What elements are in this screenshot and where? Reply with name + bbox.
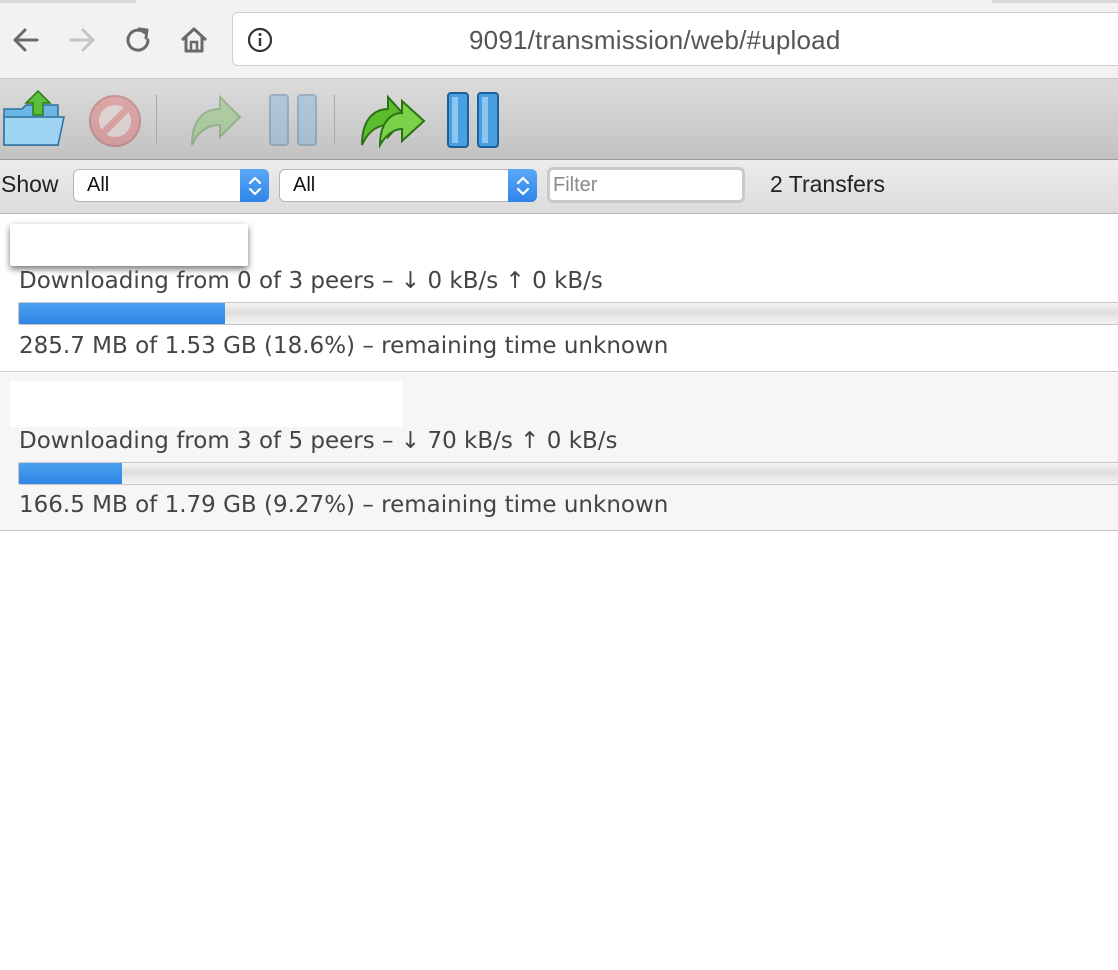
state-filter-select[interactable]: All	[73, 169, 269, 202]
torrent-progress-fill	[19, 463, 122, 484]
green-arrow-icon	[191, 94, 242, 146]
reload-button[interactable]	[120, 22, 156, 58]
pause-icon	[269, 94, 317, 146]
toolbar-separator	[156, 95, 157, 145]
remove-torrent-button[interactable]	[84, 87, 146, 151]
forward-button[interactable]	[64, 22, 100, 58]
torrent-name-redacted	[10, 224, 248, 266]
home-icon	[180, 27, 208, 53]
torrent-peers-status: Downloading from 3 of 5 peers – ↓ 70 kB/…	[19, 428, 618, 454]
state-filter-value: All	[87, 174, 110, 196]
torrent-size-status: 285.7 MB of 1.53 GB (18.6%) – remaining …	[19, 333, 669, 359]
browser-toolbar: 9091/transmission/web/#upload	[0, 0, 1118, 79]
pause-all-icon	[447, 92, 499, 148]
select-stepper-icon	[240, 169, 269, 202]
reload-icon	[126, 27, 150, 52]
filter-bar: Show All All 2 Transfers	[0, 160, 1118, 214]
torrent-row[interactable]: Downloading from 3 of 5 peers – ↓ 70 kB/…	[0, 373, 1118, 531]
back-arrow-icon	[13, 28, 39, 52]
torrent-progress-bar	[18, 302, 1118, 325]
back-button[interactable]	[8, 22, 44, 58]
torrent-size-status: 166.5 MB of 1.79 GB (9.27%) – remaining …	[19, 492, 669, 518]
filter-input[interactable]	[547, 167, 745, 203]
tab-strip	[992, 0, 1118, 3]
torrent-progress-bar	[18, 462, 1118, 485]
open-torrent-button[interactable]	[2, 87, 68, 151]
info-icon[interactable]	[247, 27, 273, 53]
home-button[interactable]	[176, 22, 212, 58]
tracker-filter-value: All	[293, 174, 316, 196]
resume-all-button[interactable]	[358, 87, 428, 151]
pause-all-button[interactable]	[444, 87, 506, 151]
torrent-name-redacted	[10, 381, 402, 427]
tracker-filter-select[interactable]: All	[279, 169, 537, 202]
no-entry-icon	[89, 95, 141, 147]
torrent-row[interactable]: Downloading from 0 of 3 peers – ↓ 0 kB/s…	[0, 214, 1118, 372]
forward-arrow-icon	[69, 28, 95, 52]
double-green-arrow-icon	[361, 94, 426, 149]
show-label: Show	[1, 171, 59, 197]
torrent-peers-status: Downloading from 0 of 3 peers – ↓ 0 kB/s…	[19, 268, 603, 294]
tab-strip	[0, 0, 136, 3]
url-text[interactable]: 9091/transmission/web/#upload	[469, 25, 840, 56]
folder-upload-icon	[3, 89, 65, 146]
torrent-progress-fill	[19, 303, 226, 324]
resume-torrent-button[interactable]	[186, 87, 244, 151]
toolbar-separator	[334, 95, 335, 145]
transmission-toolbar	[0, 79, 1118, 160]
url-bar[interactable]: 9091/transmission/web/#upload	[232, 12, 1118, 66]
select-stepper-icon	[508, 169, 537, 202]
transfer-count: 2 Transfers	[770, 171, 886, 197]
pause-torrent-button[interactable]	[266, 87, 322, 151]
